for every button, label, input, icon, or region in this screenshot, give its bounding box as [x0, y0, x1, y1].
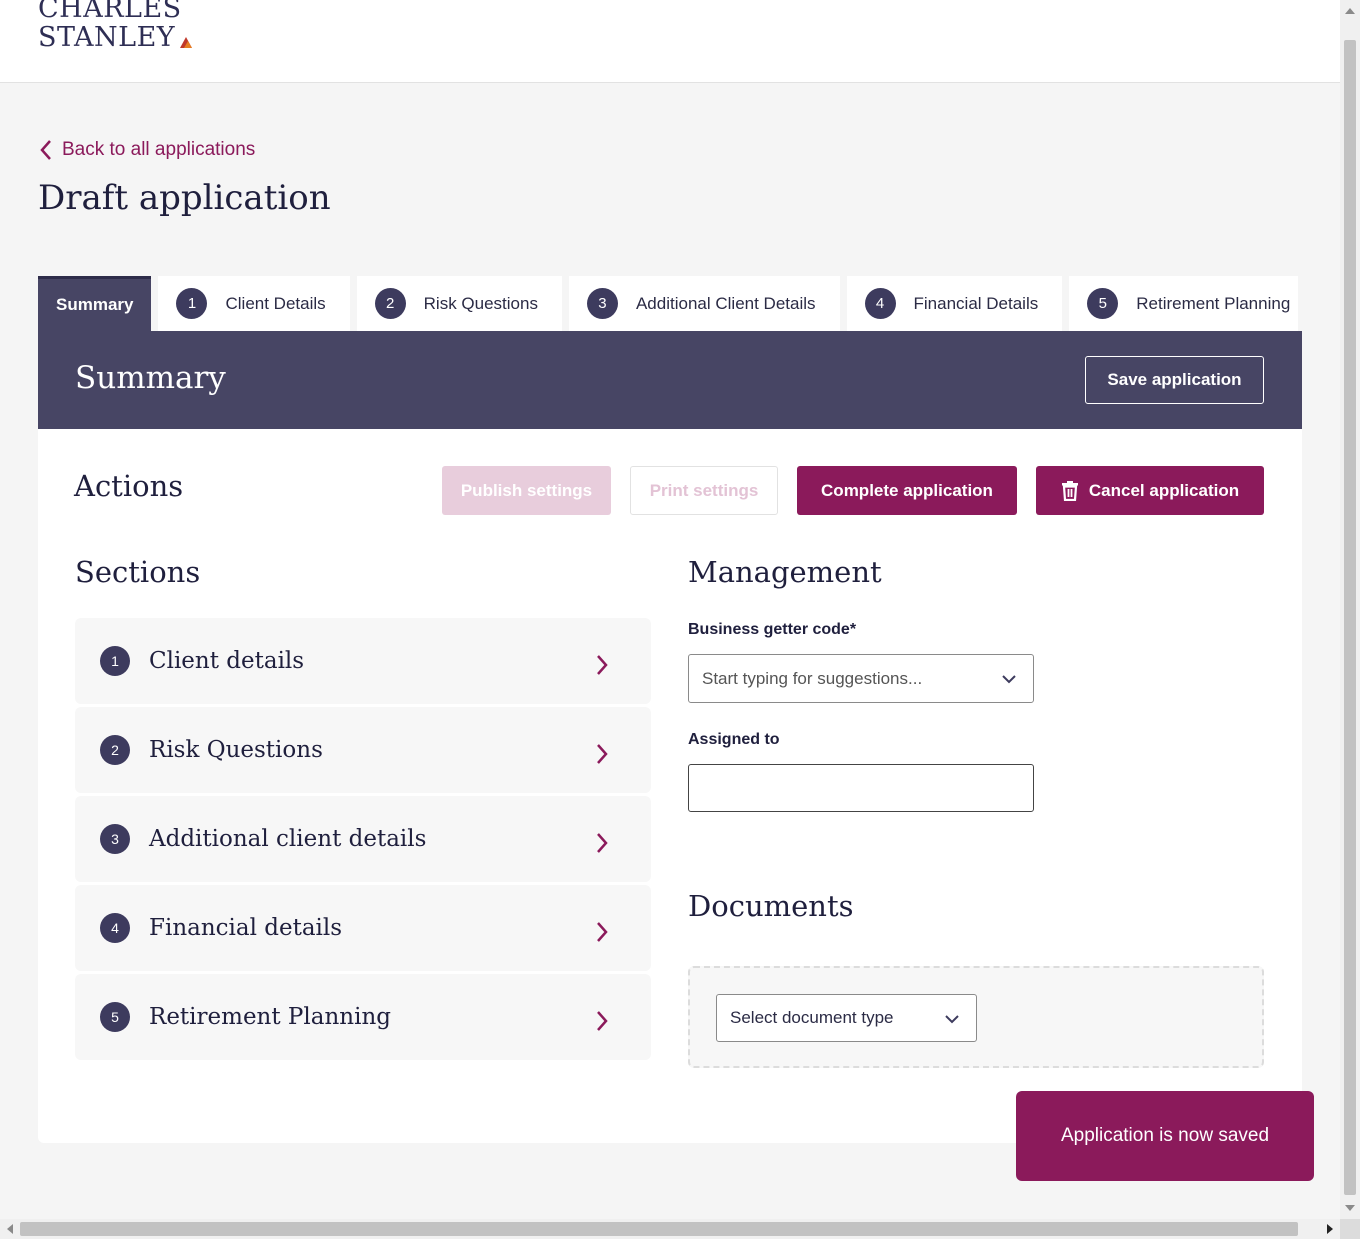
section-label: Client details — [149, 648, 305, 674]
step-number-badge: 2 — [374, 288, 406, 319]
tab-label: Risk Questions — [423, 293, 538, 313]
step-number-badge: 4 — [864, 288, 896, 319]
print-settings-button[interactable]: Print settings — [630, 466, 778, 515]
horizontal-scrollbar[interactable] — [0, 1219, 1340, 1239]
tab-retirement-planning[interactable]: 5 Retirement Planning — [1069, 276, 1299, 331]
save-application-button[interactable]: Save application — [1085, 356, 1264, 404]
vertical-scrollbar[interactable] — [1340, 0, 1360, 1219]
scroll-right-icon[interactable] — [1327, 1224, 1333, 1234]
business-getter-select[interactable]: Start typing for suggestions... — [688, 654, 1034, 703]
chevron-down-icon — [945, 1015, 959, 1024]
sections-heading: Sections — [75, 555, 201, 589]
tab-label: Summary — [56, 295, 134, 314]
section-item-additional-client-details[interactable]: 3 Additional client details — [75, 796, 651, 882]
charles-stanley-logo[interactable]: CHARLES STANLEY — [38, 0, 192, 53]
page-title: Draft application — [38, 178, 331, 218]
section-number-badge: 5 — [100, 1002, 130, 1032]
step-number-badge: 1 — [176, 288, 208, 319]
scrollbar-corner — [1340, 1219, 1360, 1239]
section-item-retirement-planning[interactable]: 5 Retirement Planning — [75, 974, 651, 1060]
chevron-right-icon — [597, 833, 608, 853]
tab-risk-questions[interactable]: 2 Risk Questions — [356, 276, 562, 331]
tab-financial-details[interactable]: 4 Financial Details — [846, 276, 1063, 331]
scroll-left-icon[interactable] — [7, 1224, 13, 1234]
chevron-right-icon — [597, 744, 608, 764]
chevron-right-icon — [597, 1011, 608, 1031]
step-number-badge: 3 — [586, 288, 618, 319]
tab-summary[interactable]: Summary — [38, 276, 152, 331]
document-type-placeholder: Select document type — [730, 1008, 894, 1027]
horizontal-scroll-thumb[interactable] — [20, 1222, 1298, 1236]
tab-additional-client-details[interactable]: 3 Additional Client Details — [568, 276, 840, 331]
logo-triangle-accent-icon — [184, 41, 192, 48]
publish-settings-button[interactable]: Publish settings — [442, 466, 611, 515]
assigned-to-input[interactable] — [688, 764, 1034, 812]
documents-heading: Documents — [688, 889, 854, 923]
cancel-button-label: Cancel application — [1088, 480, 1240, 500]
step-number-badge: 5 — [1087, 288, 1119, 319]
complete-application-button[interactable]: Complete application — [797, 466, 1017, 515]
business-getter-label: Business getter code* — [688, 621, 857, 638]
back-to-applications-link[interactable]: Back to all applications — [38, 138, 255, 162]
section-item-client-details[interactable]: 1 Client details — [75, 618, 651, 704]
chevron-left-icon — [40, 140, 51, 160]
vertical-scroll-thumb[interactable] — [1344, 40, 1356, 1195]
tab-client-details[interactable]: 1 Client Details — [158, 276, 350, 331]
chevron-right-icon — [597, 922, 608, 942]
trash-icon — [1061, 480, 1078, 501]
document-upload-area[interactable]: Select document type — [688, 966, 1264, 1068]
section-number-badge: 1 — [100, 646, 130, 676]
panel-title: Summary — [75, 360, 226, 396]
chevron-down-icon — [1002, 675, 1016, 684]
section-label: Financial details — [149, 915, 343, 941]
summary-panel-header: Summary Save application — [38, 331, 1302, 429]
cancel-application-button[interactable]: Cancel application — [1036, 466, 1264, 515]
tab-label: Additional Client Details — [635, 293, 816, 313]
section-item-risk-questions[interactable]: 2 Risk Questions — [75, 707, 651, 793]
section-number-badge: 4 — [100, 913, 130, 943]
tab-label: Retirement Planning — [1136, 293, 1291, 313]
tab-label: Client Details — [225, 293, 326, 313]
site-header: CHARLES STANLEY — [0, 0, 1340, 83]
section-item-financial-details[interactable]: 4 Financial details — [75, 885, 651, 971]
step-tabs: Summary 1 Client Details 2 Risk Question… — [38, 276, 1299, 331]
section-number-badge: 2 — [100, 735, 130, 765]
summary-panel-body: Actions Publish settings Print settings … — [38, 429, 1302, 1143]
chevron-right-icon — [597, 655, 608, 675]
section-number-badge: 3 — [100, 824, 130, 854]
sections-list: 1 Client details 2 Risk Questions 3 Addi… — [75, 618, 651, 1063]
back-link-label: Back to all applications — [62, 139, 256, 160]
document-type-select[interactable]: Select document type — [716, 994, 977, 1042]
section-label: Additional client details — [149, 826, 427, 852]
business-getter-placeholder: Start typing for suggestions... — [702, 668, 923, 688]
tab-label: Financial Details — [913, 293, 1039, 313]
section-label: Risk Questions — [149, 737, 323, 763]
logo-line-2: STANLEY — [38, 22, 176, 53]
scroll-up-icon[interactable] — [1345, 8, 1355, 14]
assigned-to-label: Assigned to — [688, 731, 780, 748]
management-heading: Management — [688, 555, 882, 589]
scroll-down-icon[interactable] — [1345, 1205, 1355, 1211]
logo-line-1: CHARLES — [38, 0, 182, 24]
toast-message: Application is now saved — [1060, 1125, 1270, 1146]
section-label: Retirement Planning — [149, 1004, 391, 1030]
saved-toast: Application is now saved — [1016, 1091, 1314, 1181]
actions-heading: Actions — [74, 469, 184, 503]
